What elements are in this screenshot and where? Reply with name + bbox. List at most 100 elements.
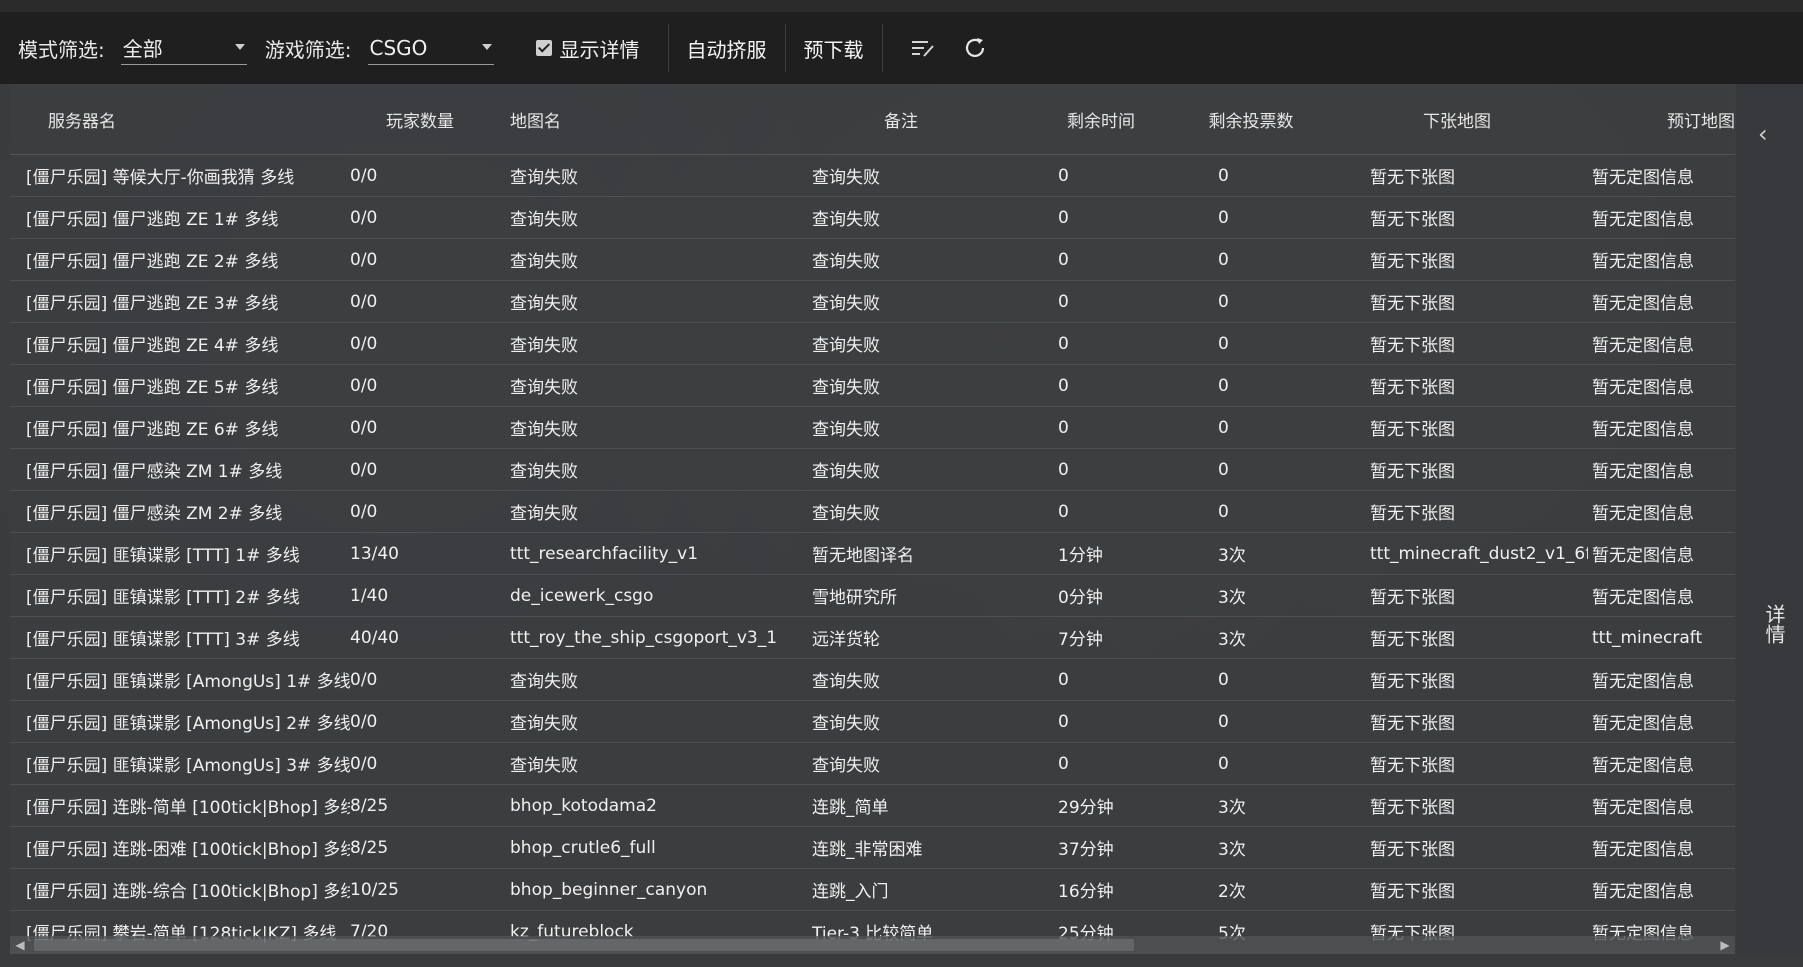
cell-next-map: 暂无下张图 [1326,826,1588,869]
cell-map-name: de_icewerk_csgo [490,574,776,617]
cell-server-name: [僵尸乐园] 僵尸感染 ZM 2# 多线 [10,490,350,533]
cell-map-name: 查询失败 [490,154,776,197]
refresh-button[interactable] [959,32,991,64]
table-row[interactable]: [僵尸乐园] 僵尸逃跑 ZE 4# 多线 0/0 查询失败 查询失败 0 0 暂无下张图 暂无… [10,322,1735,365]
cell-map-name: 查询失败 [490,406,776,449]
predownload-button[interactable]: 预下载 [800,34,868,63]
header-map-name[interactable]: 地图名 [490,84,776,155]
table-row[interactable]: [僵尸乐园] 僵尸逃跑 ZE 5# 多线 0/0 查询失败 查询失败 0 0 暂无下张图 暂无… [10,364,1735,407]
edit-list-button[interactable] [907,32,939,64]
cell-remark: 查询失败 [776,280,1026,323]
cell-remark: 查询失败 [776,238,1026,281]
header-next-map[interactable]: 下张地图 [1326,84,1588,155]
table-row[interactable]: [僵尸乐园] 匪镇谍影 [TTT] 3# 多线 40/40 ttt_roy_the_… [10,616,1735,659]
table-row[interactable]: [僵尸乐园] 僵尸感染 ZM 1# 多线 0/0 查询失败 查询失败 0 0 暂无下张图 暂无… [10,448,1735,491]
cell-reserved-map: 暂无定图信息 [1588,574,1735,617]
cell-server-name: [僵尸乐园] 僵尸感染 ZM 1# 多线 [10,448,350,491]
table-row[interactable]: [僵尸乐园] 匪镇谍影 [AmongUs] 3# 多线 0/0 查询失败 查询失败 0 0… [10,742,1735,785]
cell-remark: 连跳_简单 [776,784,1026,827]
table-row[interactable]: [僵尸乐园] 匪镇谍影 [TTT] 2# 多线 1/40 de_icewerk_cs… [10,574,1735,617]
cell-next-map: 暂无下张图 [1326,364,1588,407]
cell-votes-left: 3次 [1176,616,1326,659]
cell-time-left: 0 [1026,364,1176,407]
header-reserved-map[interactable]: 预订地图 [1588,84,1735,155]
cell-server-name: [僵尸乐园] 匪镇谍影 [AmongUs] 2# 多线 [10,700,350,743]
cell-remark: 查询失败 [776,406,1026,449]
cell-reserved-map: 暂无定图信息 [1588,238,1735,281]
scroll-left-icon[interactable]: ◀ [14,939,26,951]
cell-time-left: 16分钟 [1026,868,1176,911]
show-details-label: 显示详情 [559,37,640,62]
cell-player-count: 8/25 [350,784,490,827]
cell-votes-left: 0 [1176,658,1326,701]
cell-votes-left: 3次 [1176,574,1326,617]
details-panel-label[interactable]: 详情 [1760,604,1789,644]
cell-map-name: 查询失败 [490,700,776,743]
chevron-left-icon[interactable]: ‹ [1758,120,1768,148]
cell-map-name: 查询失败 [490,364,776,407]
cell-next-map: 暂无下张图 [1326,700,1588,743]
cell-server-name: [僵尸乐园] 僵尸逃跑 ZE 1# 多线 [10,196,350,239]
cell-server-name: [僵尸乐园] 僵尸逃跑 ZE 4# 多线 [10,322,350,365]
table-row[interactable]: [僵尸乐园] 匪镇谍影 [AmongUs] 2# 多线 0/0 查询失败 查询失败 0 0… [10,700,1735,743]
header-votes-left[interactable]: 剩余投票数 [1176,84,1326,155]
cell-server-name: [僵尸乐园] 僵尸逃跑 ZE 2# 多线 [10,238,350,281]
cell-reserved-map: 暂无定图信息 [1588,154,1735,197]
cell-votes-left: 3次 [1176,532,1326,575]
cell-next-map: 暂无下张图 [1326,868,1588,911]
cell-remark: 查询失败 [776,364,1026,407]
horizontal-scrollbar[interactable]: ◀ ▶ [10,936,1735,954]
cell-time-left: 0 [1026,406,1176,449]
table-row[interactable]: [僵尸乐园] 连跳-综合 [100tick|Bhop] 多线 10/25 bhop_… [10,868,1735,911]
cell-map-name: bhop_kotodama2 [490,784,776,827]
header-remark[interactable]: 备注 [776,84,1026,155]
cell-next-map: 暂无下张图 [1326,784,1588,827]
table-row[interactable]: [僵尸乐园] 僵尸感染 ZM 2# 多线 0/0 查询失败 查询失败 0 0 暂无下张图 暂无… [10,490,1735,533]
cell-votes-left: 0 [1176,238,1326,281]
cell-map-name: 查询失败 [490,196,776,239]
cell-player-count: 0/0 [350,490,490,533]
cell-reserved-map: 暂无定图信息 [1588,742,1735,785]
cell-server-name: [僵尸乐园] 连跳-简单 [100tick|Bhop] 多线 [10,784,350,827]
cell-player-count: 40/40 [350,616,490,659]
cell-votes-left: 0 [1176,490,1326,533]
table-row[interactable]: [僵尸乐园] 僵尸逃跑 ZE 6# 多线 0/0 查询失败 查询失败 0 0 暂无下张图 暂无… [10,406,1735,449]
table-row[interactable]: [僵尸乐园] 僵尸逃跑 ZE 1# 多线 0/0 查询失败 查询失败 0 0 暂无下张图 暂无… [10,196,1735,239]
cell-time-left: 7分钟 [1026,616,1176,659]
table-row[interactable]: [僵尸乐园] 僵尸逃跑 ZE 3# 多线 0/0 查询失败 查询失败 0 0 暂无下张图 暂无… [10,280,1735,323]
table-row[interactable]: [僵尸乐园] 匪镇谍影 [TTT] 1# 多线 13/40 ttt_research… [10,532,1735,575]
cell-map-name: bhop_beginner_canyon [490,868,776,911]
scrollbar-thumb[interactable] [34,939,1134,951]
cell-reserved-map: ttt_minecraft [1588,616,1735,659]
cell-next-map: ttt_minecraft_dust2_v1_6fix [1326,532,1588,575]
show-details-checkbox[interactable]: 显示详情 [535,34,640,63]
cell-map-name: 查询失败 [490,322,776,365]
cell-player-count: 0/0 [350,364,490,407]
cell-time-left: 0分钟 [1026,574,1176,617]
header-server-name[interactable]: 服务器名 [10,84,350,155]
game-filter-select[interactable]: CSGO [367,31,494,65]
cell-votes-left: 0 [1176,196,1326,239]
game-filter-value: CSGO [369,35,428,60]
server-browser-window: 模式筛选: 全部 游戏筛选: CSGO 显示详情 自动挤服 预下载 服务器名 玩… [0,0,1803,967]
auto-squeeze-button[interactable]: 自动挤服 [683,34,771,63]
table-row[interactable]: [僵尸乐园] 连跳-简单 [100tick|Bhop] 多线 8/25 bhop_k… [10,784,1735,827]
cell-time-left: 0 [1026,448,1176,491]
cell-player-count: 0/0 [350,154,490,197]
cell-next-map: 暂无下张图 [1326,574,1588,617]
header-time-left[interactable]: 剩余时间 [1026,84,1176,155]
table-row[interactable]: [僵尸乐园] 僵尸逃跑 ZE 2# 多线 0/0 查询失败 查询失败 0 0 暂无下张图 暂无… [10,238,1735,281]
cell-server-name: [僵尸乐园] 匪镇谍影 [TTT] 1# 多线 [10,532,350,575]
table-row[interactable]: [僵尸乐园] 等候大厅-你画我猜 多线 0/0 查询失败 查询失败 0 0 暂无下张图 暂无定… [10,154,1735,197]
details-side-panel[interactable]: ‹ 详情 [1736,84,1803,954]
mode-filter-select[interactable]: 全部 [120,31,247,65]
cell-votes-left: 0 [1176,700,1326,743]
table-row[interactable]: [僵尸乐园] 匪镇谍影 [AmongUs] 1# 多线 0/0 查询失败 查询失败 0 0… [10,658,1735,701]
header-player-count[interactable]: 玩家数量 [350,84,490,155]
cell-reserved-map: 暂无定图信息 [1588,532,1735,575]
table-row[interactable]: [僵尸乐园] 连跳-困难 [100tick|Bhop] 多线 8/25 bhop_c… [10,826,1735,869]
scroll-right-icon[interactable]: ▶ [1719,939,1731,951]
cell-reserved-map: 暂无定图信息 [1588,196,1735,239]
cell-remark: 查询失败 [776,658,1026,701]
cell-time-left: 0 [1026,658,1176,701]
